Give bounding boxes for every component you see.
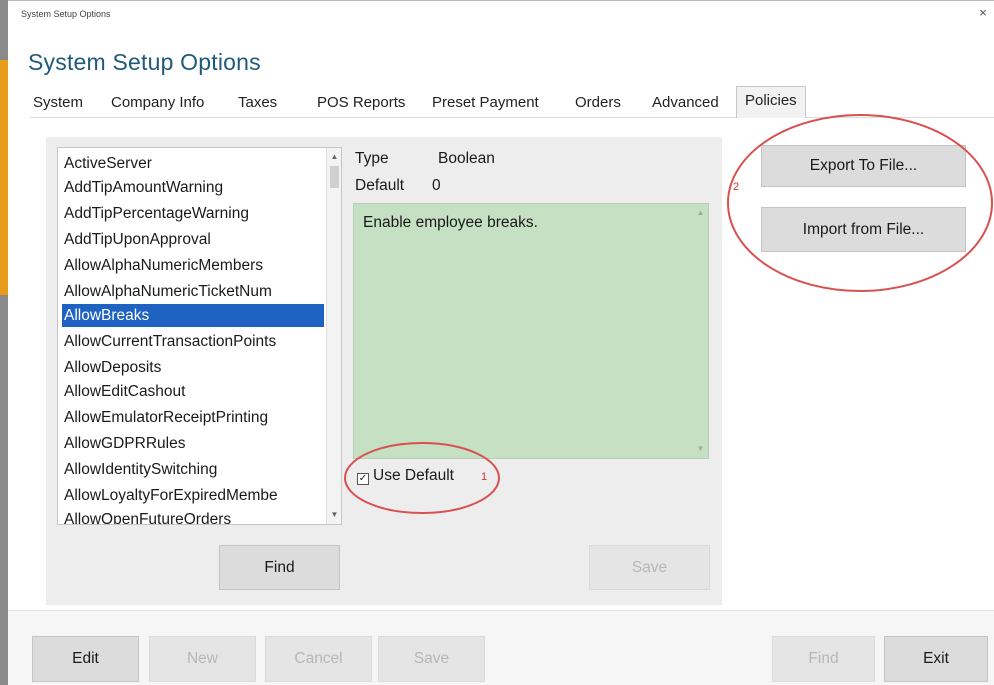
list-item[interactable]: AllowIdentitySwitching: [62, 458, 324, 481]
list-item[interactable]: ActiveServer: [62, 152, 324, 175]
import-from-file-button[interactable]: Import from File...: [761, 207, 966, 252]
page-title: System Setup Options: [28, 49, 261, 75]
list-item[interactable]: AddTipUponApproval: [62, 228, 324, 251]
use-default-checkbox-row[interactable]: ✓ Use Default: [357, 467, 454, 489]
window-titlebar-text: System Setup Options: [21, 9, 111, 19]
scroll-thumb[interactable]: [330, 166, 339, 188]
description-text: Enable employee breaks.: [363, 214, 538, 231]
tab-company-info[interactable]: Company Info: [111, 88, 204, 118]
list-item[interactable]: AllowLoyaltyForExpiredMembe: [62, 484, 324, 507]
list-item[interactable]: AllowAlphaNumericTicketNum: [62, 280, 324, 303]
list-item[interactable]: AllowAlphaNumericMembers: [62, 254, 324, 277]
export-to-file-button[interactable]: Export To File...: [761, 145, 966, 187]
description-textbox[interactable]: Enable employee breaks. ▲ ▼: [353, 203, 709, 459]
list-item-selected[interactable]: AllowBreaks: [62, 304, 324, 327]
cancel-button[interactable]: Cancel: [265, 636, 372, 682]
scroll-up-icon[interactable]: ▲: [327, 150, 341, 164]
description-scrollbar[interactable]: ▲ ▼: [693, 204, 708, 458]
list-item[interactable]: AllowDeposits: [62, 356, 324, 379]
type-label: Type: [355, 150, 389, 167]
tab-pos-reports[interactable]: POS Reports: [317, 88, 405, 118]
list-item[interactable]: AllowGDPRRules: [62, 432, 324, 455]
save-button[interactable]: Save: [589, 545, 710, 590]
list-item[interactable]: AddTipAmountWarning: [62, 176, 324, 199]
tab-orders[interactable]: Orders: [575, 88, 621, 118]
type-value: Boolean: [438, 150, 495, 167]
tab-taxes[interactable]: Taxes: [238, 88, 277, 118]
tab-preset-payment[interactable]: Preset Payment: [432, 88, 539, 118]
edit-button[interactable]: Edit: [32, 636, 139, 682]
annotation-marker-1: 1: [481, 471, 488, 483]
scroll-down-icon[interactable]: ▼: [693, 442, 708, 456]
bottom-save-button[interactable]: Save: [378, 636, 485, 682]
default-value: 0: [432, 177, 441, 194]
find-button[interactable]: Find: [219, 545, 340, 590]
bottom-find-button[interactable]: Find: [772, 636, 875, 682]
close-icon[interactable]: ×: [975, 5, 991, 21]
scroll-down-icon[interactable]: ▼: [327, 508, 341, 522]
tab-advanced[interactable]: Advanced: [652, 88, 719, 118]
use-default-label: Use Default: [373, 467, 454, 484]
window-top-border: [8, 0, 994, 1]
exit-button[interactable]: Exit: [884, 636, 988, 682]
list-item[interactable]: AllowOpenFutureOrders: [62, 508, 324, 524]
new-button[interactable]: New: [149, 636, 256, 682]
list-item[interactable]: AllowEditCashout: [62, 380, 324, 403]
tab-bar: System Company Info Taxes POS Reports Pr…: [30, 86, 994, 118]
policy-listbox[interactable]: ActiveServer AddTipAmountWarning AddTipP…: [57, 147, 342, 525]
tab-system[interactable]: System: [33, 88, 83, 118]
tab-policies[interactable]: Policies: [736, 86, 806, 118]
list-item[interactable]: AddTipPercentageWarning: [62, 202, 324, 225]
window-left-accent: [0, 60, 8, 295]
use-default-checkbox[interactable]: ✓: [357, 473, 369, 485]
scroll-up-icon[interactable]: ▲: [693, 206, 708, 220]
default-label: Default: [355, 177, 405, 194]
list-item[interactable]: AllowEmulatorReceiptPrinting: [62, 406, 324, 429]
annotation-circle-export-import: [727, 114, 993, 292]
list-item[interactable]: AllowCurrentTransactionPoints: [62, 330, 324, 353]
annotation-marker-2: 2: [733, 181, 740, 193]
listbox-scrollbar[interactable]: ▲ ▼: [326, 148, 341, 524]
